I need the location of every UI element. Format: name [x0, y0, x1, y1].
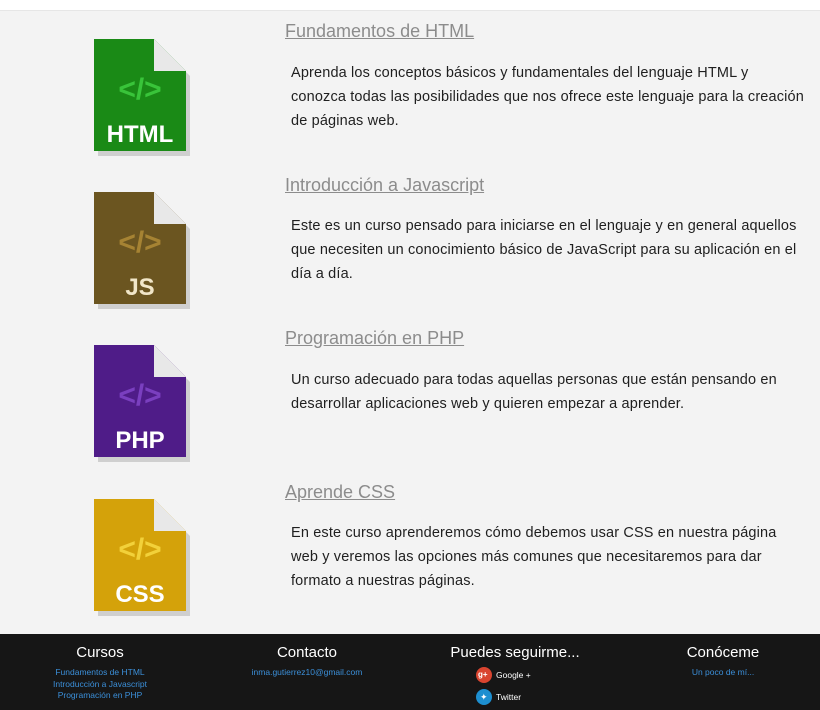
- footer-conoceme: Conóceme Un poco de mí...: [663, 644, 783, 679]
- footer-heading: Contacto: [276, 644, 338, 661]
- twitter-link[interactable]: ✦ Twitter: [476, 687, 590, 707]
- footer-heading: Conóceme: [686, 644, 760, 661]
- footer-link-javascript[interactable]: Introducción a Javascript: [40, 679, 160, 691]
- svg-text:PHP: PHP: [115, 427, 164, 454]
- css-file-icon: </> CSS: [92, 497, 192, 617]
- footer-cursos: Cursos Fundamentos de HTML Introducción …: [40, 644, 160, 702]
- footer-link-html[interactable]: Fundamentos de HTML: [40, 667, 160, 679]
- course-title-link[interactable]: Introducción a Javascript: [285, 175, 484, 196]
- course-description: En este curso aprenderemos cómo debemos …: [291, 525, 777, 589]
- contact-email-link[interactable]: inma.gutierrez10@gmail.com: [247, 667, 367, 679]
- site-footer: Cursos Fundamentos de HTML Introducción …: [0, 634, 820, 710]
- svg-text:</>: </>: [118, 226, 161, 259]
- course-title-link[interactable]: Aprende CSS: [285, 482, 395, 503]
- course-title-link[interactable]: Programación en PHP: [285, 328, 464, 349]
- googleplus-icon: g+: [476, 667, 492, 683]
- googleplus-link[interactable]: g+ Google +: [476, 665, 590, 685]
- html-file-icon: </> HTML: [92, 37, 192, 157]
- about-me-link[interactable]: Un poco de mí...: [663, 667, 783, 679]
- svg-text:</>: </>: [118, 73, 161, 106]
- footer-heading: Cursos: [76, 644, 124, 661]
- js-file-icon: </> JS: [92, 190, 192, 310]
- footer-contacto: Contacto inma.gutierrez10@gmail.com: [247, 644, 367, 679]
- svg-text:</>: </>: [118, 379, 161, 412]
- course-description: Este es un curso pensado para iniciarse …: [291, 218, 797, 282]
- php-file-icon: </> PHP: [92, 343, 192, 463]
- svg-text:</>: </>: [118, 533, 161, 566]
- course-description: Un curso adecuado para todas aquellas pe…: [291, 372, 777, 412]
- svg-text:JS: JS: [125, 274, 154, 301]
- course-title-link[interactable]: Fundamentos de HTML: [285, 21, 474, 42]
- googleplus-label: Google +: [496, 670, 531, 680]
- top-bar: [0, 0, 820, 11]
- footer-link-php[interactable]: Programación en PHP: [40, 690, 160, 702]
- twitter-icon: ✦: [476, 689, 492, 705]
- course-description: Aprenda los conceptos básicos y fundamen…: [291, 65, 804, 129]
- svg-text:CSS: CSS: [115, 581, 164, 608]
- footer-seguirme: Puedes seguirme... g+ Google + ✦ Twitter: [440, 644, 590, 707]
- twitter-label: Twitter: [496, 692, 522, 702]
- svg-text:HTML: HTML: [107, 121, 174, 148]
- footer-heading: Puedes seguirme...: [450, 644, 580, 661]
